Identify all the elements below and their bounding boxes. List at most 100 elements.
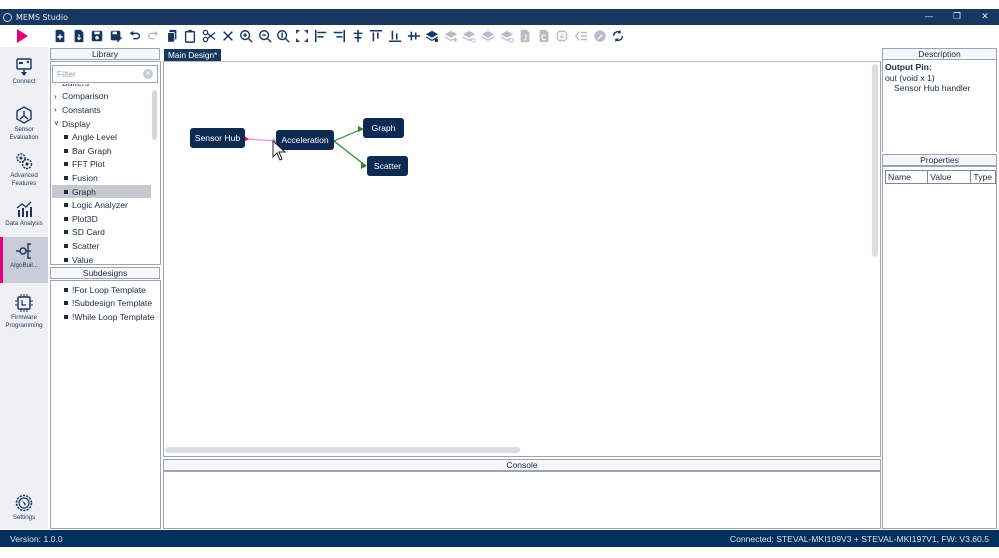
column-type[interactable]: Type [971,171,995,183]
library-category[interactable]: ˅ Display [52,117,151,131]
save-as-button[interactable] [107,28,126,44]
app-logo-icon [3,12,12,22]
cut-button[interactable] [200,28,219,44]
restore-button[interactable]: ❐ [943,9,971,25]
canvas-horizontal-scrollbar[interactable] [165,447,520,453]
align-center-horizontal-button[interactable] [349,28,368,44]
align-bottom-button[interactable] [386,28,405,44]
align-center-vertical-button[interactable] [404,28,423,44]
chip-download-button[interactable] [553,28,572,44]
subdesign-item[interactable]: !Subdesign Template [52,297,160,311]
nav-settings[interactable]: Settings [0,489,48,535]
nav-algobuilder[interactable]: AlgoBuil... [0,237,48,283]
nav-sensor-evaluation[interactable]: Sensor Evaluation [0,101,48,147]
description-title: Output Pin: [885,62,932,72]
library-category[interactable]: › Constants [52,103,151,117]
chip-download-icon [556,29,569,43]
c-file-icon [539,29,549,43]
library-item[interactable]: Value [52,253,151,264]
library-item-label: Fusion [72,172,98,183]
bullet-icon [64,243,68,248]
layers-add-button[interactable] [441,28,460,44]
fit-to-screen-button[interactable] [293,28,312,44]
nav-firmware-programming[interactable]: Firmware Programming [0,289,48,335]
layers-check-button[interactable] [479,28,498,44]
library-scrollbar[interactable] [152,90,157,140]
library-filter-input[interactable]: Filter × [52,65,158,83]
library-item[interactable]: Scatter [52,239,151,253]
nav-label: AlgoBuil... [10,262,38,269]
toolbar [0,25,999,47]
undo-button[interactable] [125,28,144,44]
nav-advanced-features[interactable]: Advanced Features [0,147,48,193]
mouse-pointer-icon [272,140,287,161]
delete-button[interactable] [218,28,237,44]
save-as-icon [110,30,123,43]
close-button[interactable]: ✕ [971,9,999,25]
run-button[interactable] [14,28,30,44]
minimize-button[interactable]: — [915,9,943,25]
json-file-button[interactable] [516,28,535,44]
chevron-right-icon[interactable]: › [54,84,62,87]
node-graph[interactable]: Graph [363,118,404,138]
chevron-down-icon[interactable]: ˅ [54,119,62,128]
library-item[interactable]: Graph [52,184,151,199]
zoom-reset-button[interactable] [274,28,293,44]
sync-button[interactable] [609,28,628,44]
bullet-icon [64,257,68,262]
clear-filter-icon[interactable]: × [143,69,153,79]
json-file-icon [520,29,530,43]
description-line-1: out (void x 1) [885,72,935,83]
library-item[interactable]: SD Card [52,226,151,240]
subdesign-item[interactable]: !For Loop Template [52,283,160,297]
align-right-button[interactable] [330,28,349,44]
align-top-button[interactable] [367,28,386,44]
window-controls: — ❐ ✕ [915,9,999,25]
fit-to-screen-icon [296,30,308,42]
library-header: Library [50,48,160,60]
paste-button[interactable] [181,28,200,44]
library-category[interactable]: › Comparison [52,90,151,104]
library-item-label: SD Card [72,227,105,238]
layers-settings-button[interactable] [423,28,442,44]
library-item[interactable]: Angle Level [52,130,151,144]
library-item[interactable]: Fusion [52,171,151,185]
node-sensor-hub[interactable]: Sensor Hub [190,128,245,148]
nav-data-analysis[interactable]: Data Analysis [0,195,48,241]
node-scatter[interactable]: Scatter [367,156,408,176]
copy-button[interactable] [163,28,182,44]
c-file-button[interactable] [534,28,553,44]
design-canvas[interactable] [163,61,881,457]
save-button[interactable] [88,28,107,44]
cut-icon [202,29,216,43]
library-item[interactable]: Plot3D [52,212,151,226]
zoom-in-button[interactable] [237,28,256,44]
column-value[interactable]: Value [928,171,972,183]
tab-main-design[interactable]: Main Design* [164,49,222,61]
canvas-vertical-scrollbar[interactable] [872,64,878,257]
align-left-button[interactable] [311,28,330,44]
open-design-button[interactable] [70,28,89,44]
nav-connect[interactable]: Connect [0,53,48,99]
layers-c-icon [462,30,476,43]
layers-remove-button[interactable] [497,28,516,44]
edit-disabled-button[interactable] [590,28,609,44]
subdesign-item[interactable]: !While Loop Template [52,310,160,324]
paste-icon [185,29,196,43]
save-icon [92,30,103,42]
chevron-right-icon[interactable]: › [54,105,62,114]
library-item[interactable]: Bar Graph [52,144,151,158]
column-name[interactable]: Name [886,171,929,183]
bullet-icon [64,314,68,319]
layers-c-button[interactable] [460,28,479,44]
console-panel [163,471,881,529]
bullet-icon [64,301,68,306]
subdesign-label: !While Loop Template [72,311,155,322]
new-design-button[interactable] [51,28,70,44]
redo-button[interactable] [144,28,163,44]
zoom-out-button[interactable] [256,28,275,44]
library-item[interactable]: Logic Analyzer [52,198,151,212]
library-item[interactable]: FFT Plot [52,158,151,172]
chevron-right-icon[interactable]: › [54,92,62,101]
code-list-button[interactable] [572,28,591,44]
